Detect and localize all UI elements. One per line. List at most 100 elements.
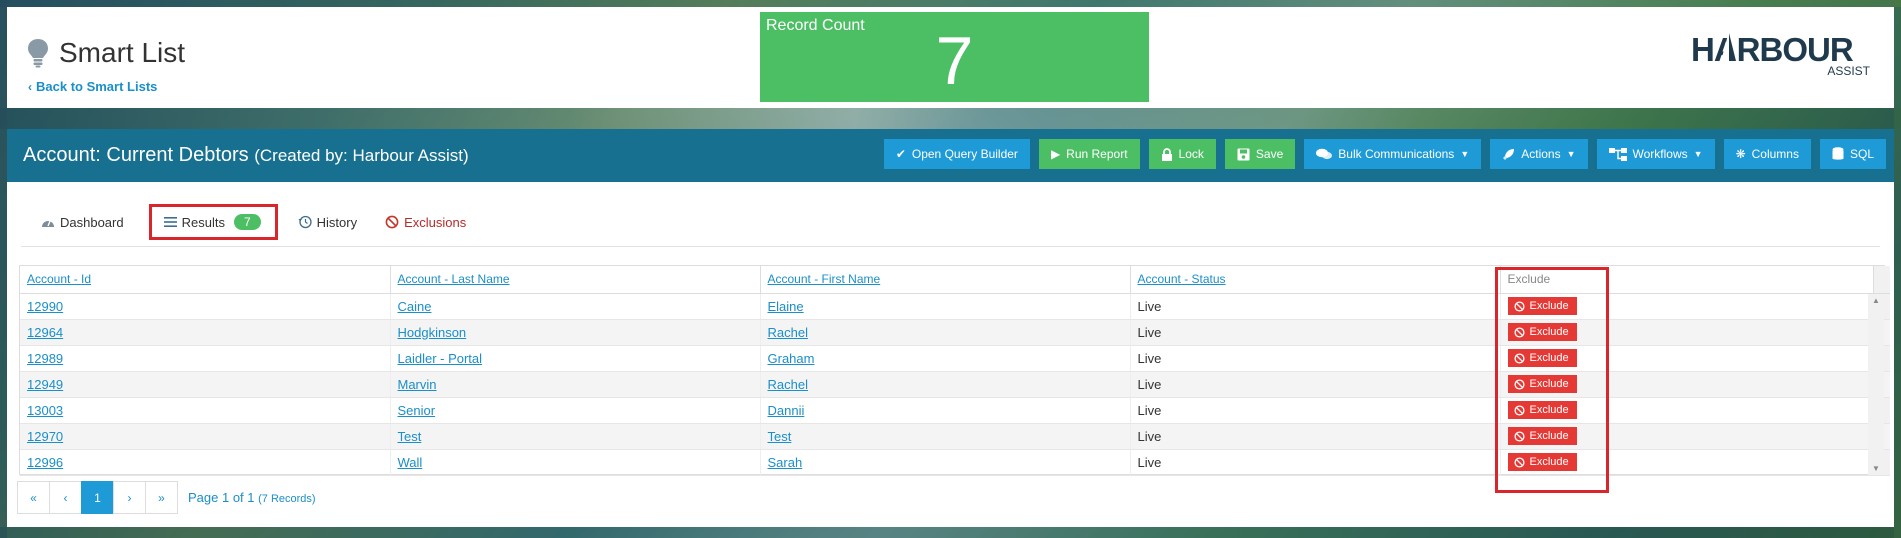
record-count-box: Record Count 7 (760, 12, 1149, 102)
page-1-button[interactable]: 1 (81, 481, 114, 514)
header-account-id[interactable]: Account - Id (20, 266, 391, 294)
scroll-down-arrow-icon[interactable]: ▼ (1868, 464, 1884, 473)
header-account-first-name[interactable]: Account - First Name (760, 266, 1131, 294)
exclude-button[interactable]: Exclude (1507, 349, 1577, 367)
account-id-link[interactable]: 13003 (27, 403, 63, 418)
last-name-link[interactable]: Marvin (398, 377, 437, 392)
bulk-communications-dropdown[interactable]: Bulk Communications ▼ (1304, 139, 1482, 169)
list-created-by: (Created by: Harbour Assist) (254, 146, 469, 165)
sitemap-icon (1608, 147, 1627, 161)
first-name-link[interactable]: Rachel (768, 325, 808, 340)
workflows-dropdown[interactable]: Workflows ▼ (1596, 139, 1715, 169)
save-icon (1237, 148, 1250, 161)
exclude-button[interactable]: Exclude (1507, 427, 1577, 445)
ban-icon (1513, 326, 1525, 338)
caret-down-icon: ▼ (1460, 149, 1470, 159)
first-name-link[interactable]: Test (768, 429, 792, 444)
exclude-button-label: Exclude (1529, 352, 1569, 364)
first-name-link[interactable]: Elaine (768, 299, 804, 314)
tab-results[interactable]: Results 7 (148, 204, 278, 240)
database-icon (1832, 147, 1844, 161)
cell-exclude: Exclude (1500, 319, 1874, 346)
tab-history[interactable]: History (298, 215, 357, 230)
first-name-link[interactable]: Sarah (768, 455, 803, 470)
cell-exclude: Exclude (1500, 397, 1874, 424)
sql-button[interactable]: SQL (1819, 139, 1886, 169)
first-name-link[interactable]: Rachel (768, 377, 808, 392)
cell-account-id: 13003 (20, 397, 391, 424)
account-id-link[interactable]: 12970 (27, 429, 63, 444)
tab-dashboard-label: Dashboard (60, 214, 124, 230)
last-name-link[interactable]: Hodgkinson (398, 325, 467, 340)
page-info-text: Page 1 of 1 (188, 490, 255, 505)
prev-page-button[interactable]: ‹ (49, 481, 82, 514)
last-name-link[interactable]: Caine (398, 299, 432, 314)
record-count-value: 7 (935, 23, 974, 99)
tab-history-label: History (316, 214, 358, 230)
exclude-button-label: Exclude (1529, 404, 1569, 416)
header-account-last-name[interactable]: Account - Last Name (390, 266, 761, 294)
sort-status-link[interactable]: Account - Status (1138, 272, 1226, 286)
account-id-link[interactable]: 12989 (27, 351, 63, 366)
scrollbar-header (1873, 266, 1890, 294)
next-page-button[interactable]: › (113, 481, 146, 514)
last-name-link[interactable]: Senior (398, 403, 436, 418)
back-to-smart-lists-link[interactable]: ‹ Back to Smart Lists (28, 79, 157, 94)
columns-button[interactable]: ❋ Columns (1723, 139, 1811, 169)
last-page-button[interactable]: » (145, 481, 178, 514)
table-header-row: Account - Id Account - Last Name Account… (20, 266, 1890, 294)
table-row: 12964 Hodgkinson Rachel Live Exclude (20, 319, 1890, 346)
sort-first-name-link[interactable]: Account - First Name (768, 272, 881, 286)
account-id-link[interactable]: 12964 (27, 325, 63, 340)
cell-account-id: 12970 (20, 423, 391, 450)
lock-button[interactable]: Lock (1148, 139, 1216, 169)
cell-first-name: Rachel (760, 371, 1131, 398)
cell-last-name: Laidler - Portal (390, 345, 761, 372)
actions-dropdown[interactable]: Actions ▼ (1490, 139, 1588, 169)
pagination: « ‹ 1 › » Page 1 of 1 (7 Records) (17, 481, 316, 514)
first-name-link[interactable]: Graham (768, 351, 815, 366)
exclude-button[interactable]: Exclude (1507, 323, 1577, 341)
first-page-button[interactable]: « (17, 481, 50, 514)
cell-last-name: Caine (390, 293, 761, 320)
table-scrollbar[interactable]: ▲ ▼ (1868, 294, 1884, 475)
account-id-link[interactable]: 12949 (27, 377, 63, 392)
header-account-status[interactable]: Account - Status (1130, 266, 1501, 294)
cell-account-id: 12964 (20, 319, 391, 346)
sort-last-name-link[interactable]: Account - Last Name (398, 272, 510, 286)
tab-exclusions[interactable]: Exclusions (385, 215, 466, 230)
exclude-button[interactable]: Exclude (1507, 375, 1577, 393)
cell-exclude: Exclude (1500, 423, 1874, 450)
toolbar: ✔ Open Query Builder ▶ Run Report Lock S… (875, 139, 1886, 169)
top-header-panel: Smart List ‹ Back to Smart Lists Record … (7, 7, 1894, 108)
table-row: 12949 Marvin Rachel Live Exclude (20, 371, 1890, 398)
account-id-link[interactable]: 12996 (27, 455, 63, 470)
tab-divider (21, 246, 1880, 247)
save-button[interactable]: Save (1224, 139, 1296, 169)
play-icon: ▶ (1050, 147, 1061, 161)
exclude-button[interactable]: Exclude (1507, 453, 1577, 471)
account-id-link[interactable]: 12990 (27, 299, 63, 314)
history-icon (298, 215, 312, 229)
exclude-button-label: Exclude (1529, 300, 1569, 312)
exclude-button[interactable]: Exclude (1507, 297, 1577, 315)
open-query-builder-button[interactable]: ✔ Open Query Builder (883, 139, 1030, 169)
exclude-button-label: Exclude (1529, 326, 1569, 338)
first-name-link[interactable]: Dannii (768, 403, 805, 418)
logo-text: HARBOUR (1691, 31, 1854, 68)
check-icon: ✔ (895, 147, 906, 161)
scroll-up-arrow-icon[interactable]: ▲ (1868, 296, 1884, 305)
run-report-button[interactable]: ▶ Run Report (1038, 139, 1140, 169)
last-name-link[interactable]: Wall (398, 455, 423, 470)
ban-icon (385, 215, 399, 229)
last-name-link[interactable]: Test (398, 429, 422, 444)
exclude-button[interactable]: Exclude (1507, 401, 1577, 419)
last-name-link[interactable]: Laidler - Portal (398, 351, 483, 366)
tab-dashboard[interactable]: Dashboard (41, 215, 124, 230)
cell-exclude: Exclude (1500, 293, 1874, 320)
tab-exclusions-label: Exclusions (404, 214, 467, 230)
ban-icon (1513, 300, 1525, 312)
sort-account-id-link[interactable]: Account - Id (27, 272, 91, 286)
cell-status: Live (1130, 449, 1501, 476)
list-title-name: Account: Current Debtors (23, 144, 249, 166)
